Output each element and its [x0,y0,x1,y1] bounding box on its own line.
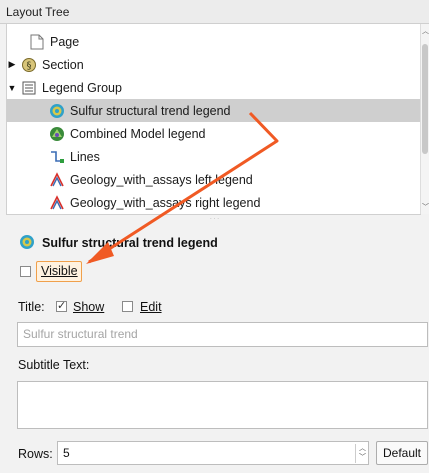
tree-item-section[interactable]: ▶ § Section [7,53,421,76]
assay-legend-icon [49,194,65,211]
panel-title: Layout Tree [0,0,429,24]
tree-item-combined-model-legend[interactable]: Combined Model legend [7,122,421,145]
legend-group-icon [21,80,37,96]
visible-label[interactable]: Visible [41,264,78,278]
expand-arrow-icon[interactable]: ▶ [7,59,17,70]
properties-header: Sulfur structural trend legend [42,236,218,250]
visible-checkbox[interactable] [20,266,31,277]
tree-item-lines[interactable]: Lines [7,145,421,168]
default-button[interactable]: Default [376,441,428,465]
section-icon: § [21,57,37,73]
scrollbar-thumb[interactable] [422,44,428,154]
rows-spinner-icon[interactable]: ︿ ﹀ [355,444,369,463]
layout-tree[interactable]: Page ▶ § Section ▼ Legend Group Sulfur s… [6,24,421,215]
trend-legend-icon [49,103,65,119]
scroll-up-icon[interactable]: ︿ [421,26,429,36]
page-icon [29,34,45,50]
subtitle-label: Subtitle Text: [18,358,90,372]
lines-icon [49,149,65,165]
tree-item-sulfur-legend[interactable]: Sulfur structural trend legend [7,99,421,122]
tree-item-page[interactable]: Page [7,30,421,53]
edit-checkbox[interactable] [122,301,133,312]
assay-legend-icon [49,171,65,188]
title-input[interactable]: Sulfur structural trend [17,322,428,347]
scroll-down-icon[interactable]: ﹀ [421,202,429,212]
edit-label[interactable]: Edit [140,300,162,314]
show-label[interactable]: Show [73,300,104,314]
model-legend-icon [49,126,65,142]
rows-label: Rows: [18,447,53,461]
svg-text:§: § [27,60,32,71]
splitter-handle[interactable]: · · · [0,216,429,224]
tree-item-geology-left-legend[interactable]: Geology_with_assays left legend [7,168,421,191]
tree-scrollbar[interactable]: ︿ ﹀ [420,24,429,214]
tree-item-legend-group[interactable]: ▼ Legend Group [7,76,421,99]
show-checkbox[interactable] [56,299,67,312]
collapse-arrow-icon[interactable]: ▼ [7,83,17,93]
subtitle-textarea[interactable] [17,381,428,429]
rows-input[interactable]: 5 [57,441,369,465]
title-label: Title: [18,300,45,314]
tree-item-geology-right-legend[interactable]: Geology_with_assays right legend [7,191,421,214]
trend-legend-icon [19,234,35,250]
